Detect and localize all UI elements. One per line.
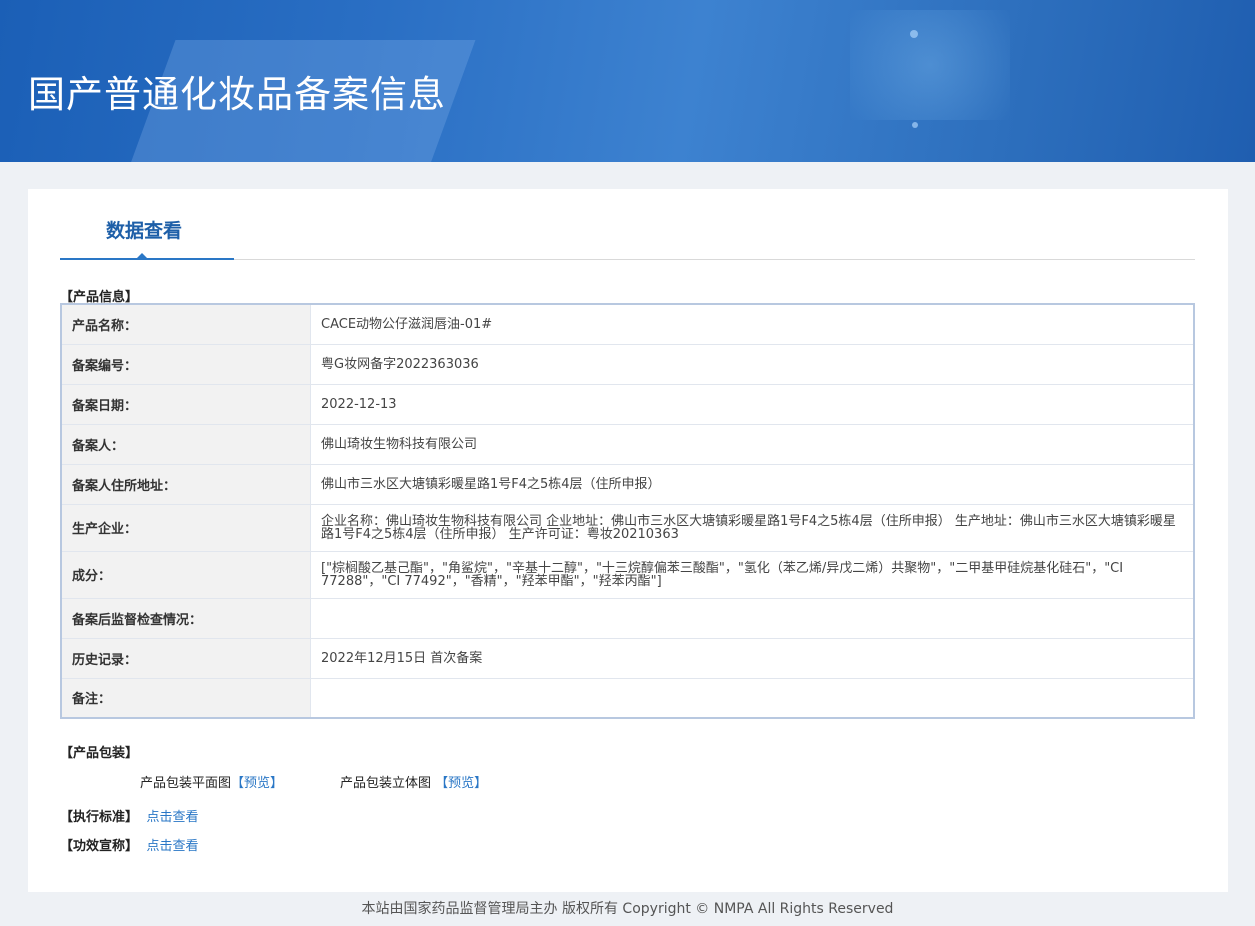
info-row-label: 历史记录： <box>60 637 311 679</box>
package-flat-row: 产品包装平面图【预览】 <box>140 772 283 791</box>
tab-bar: 数据查看 <box>60 189 1195 260</box>
info-row-value: ["棕榈酸乙基己酯"，"角鲨烷"，"辛基十二醇"，"十三烷醇偏苯三酸酯"，"氢化… <box>310 550 1195 599</box>
tab-label: 数据查看 <box>106 220 183 242</box>
info-row-label: 备案人： <box>60 423 311 465</box>
info-row-label: 备案人住所地址： <box>60 463 311 505</box>
info-row-value: 2022年12月15日 首次备案 <box>310 637 1195 679</box>
info-row: 备案日期： 2022-12-13 <box>60 383 1195 425</box>
info-row: 备案编号： 粤G妆网备字2022363036 <box>60 343 1195 385</box>
info-row-value: CACE动物公仔滋润唇油-01# <box>310 303 1195 345</box>
info-row-value: 企业名称：佛山琦妆生物科技有限公司 企业地址：佛山市三水区大塘镇彩暖星路1号F4… <box>310 503 1195 552</box>
info-row: 成分： ["棕榈酸乙基己酯"，"角鲨烷"，"辛基十二醇"，"十三烷醇偏苯三酸酯"，… <box>60 550 1195 599</box>
standard-view-link[interactable]: 点击查看 <box>147 810 199 825</box>
package-solid-label: 产品包装立体图 <box>340 776 432 791</box>
packaging-heading: 【产品包装】 <box>60 746 139 761</box>
info-row-value: 2022-12-13 <box>310 383 1195 425</box>
page-footer: 本站由国家药品监督管理局主办 版权所有 Copyright © NMPA All… <box>361 901 894 917</box>
package-solid-preview-link[interactable]: 【预览】 <box>435 776 487 791</box>
info-row-label: 成分： <box>60 550 311 599</box>
info-row: 备注： <box>60 677 1195 719</box>
page-banner: 国产普通化妆品备案信息 <box>0 0 1255 162</box>
info-row: 生产企业： 企业名称：佛山琦妆生物科技有限公司 企业地址：佛山市三水区大塘镇彩暖星… <box>60 503 1195 552</box>
info-row: 历史记录： 2022年12月15日 首次备案 <box>60 637 1195 679</box>
standard-title: 【执行标准】 <box>60 810 139 825</box>
banner-decoration <box>850 10 1010 120</box>
info-row-value <box>310 597 1195 639</box>
efficacy-heading: 【功效宣称】 点击查看 <box>60 835 199 854</box>
info-row-label: 备案后监督检查情况： <box>60 597 311 639</box>
info-row-label: 产品名称： <box>60 303 311 345</box>
efficacy-view-link[interactable]: 点击查看 <box>147 839 199 854</box>
page-title: 国产普通化妆品备案信息 <box>28 73 446 116</box>
info-row: 备案后监督检查情况： <box>60 597 1195 639</box>
info-row-label: 备案编号： <box>60 343 311 385</box>
standard-heading: 【执行标准】 点击查看 <box>60 806 199 825</box>
efficacy-title: 【功效宣称】 <box>60 839 139 854</box>
product-info-table: 产品名称： CACE动物公仔滋润唇油-01# 备案编号： 粤G妆网备字20223630… <box>60 303 1195 719</box>
banner-decoration <box>912 122 918 128</box>
info-row-label: 生产企业： <box>60 503 311 552</box>
info-row-label: 备案日期： <box>60 383 311 425</box>
info-row-label: 备注： <box>60 677 311 719</box>
info-row: 备案人： 佛山琦妆生物科技有限公司 <box>60 423 1195 465</box>
banner-decoration <box>910 30 918 38</box>
info-row: 产品名称： CACE动物公仔滋润唇油-01# <box>60 303 1195 345</box>
package-flat-preview-link[interactable]: 【预览】 <box>231 776 283 791</box>
tab-active-caret-icon <box>136 253 148 259</box>
package-solid-row: 产品包装立体图 【预览】 <box>340 772 487 791</box>
info-row-value <box>310 677 1195 719</box>
content-panel: 数据查看 【产品信息】 产品名称： CACE动物公仔滋润唇油-01# 备案编号： 粤G… <box>28 189 1228 892</box>
info-row: 备案人住所地址： 佛山市三水区大塘镇彩暖星路1号F4之5栋4层（住所申报） <box>60 463 1195 505</box>
package-flat-label: 产品包装平面图 <box>140 776 232 791</box>
tab-data-view[interactable]: 数据查看 <box>60 189 234 260</box>
info-row-value: 粤G妆网备字2022363036 <box>310 343 1195 385</box>
info-row-value: 佛山琦妆生物科技有限公司 <box>310 423 1195 465</box>
info-row-value: 佛山市三水区大塘镇彩暖星路1号F4之5栋4层（住所申报） <box>310 463 1195 505</box>
